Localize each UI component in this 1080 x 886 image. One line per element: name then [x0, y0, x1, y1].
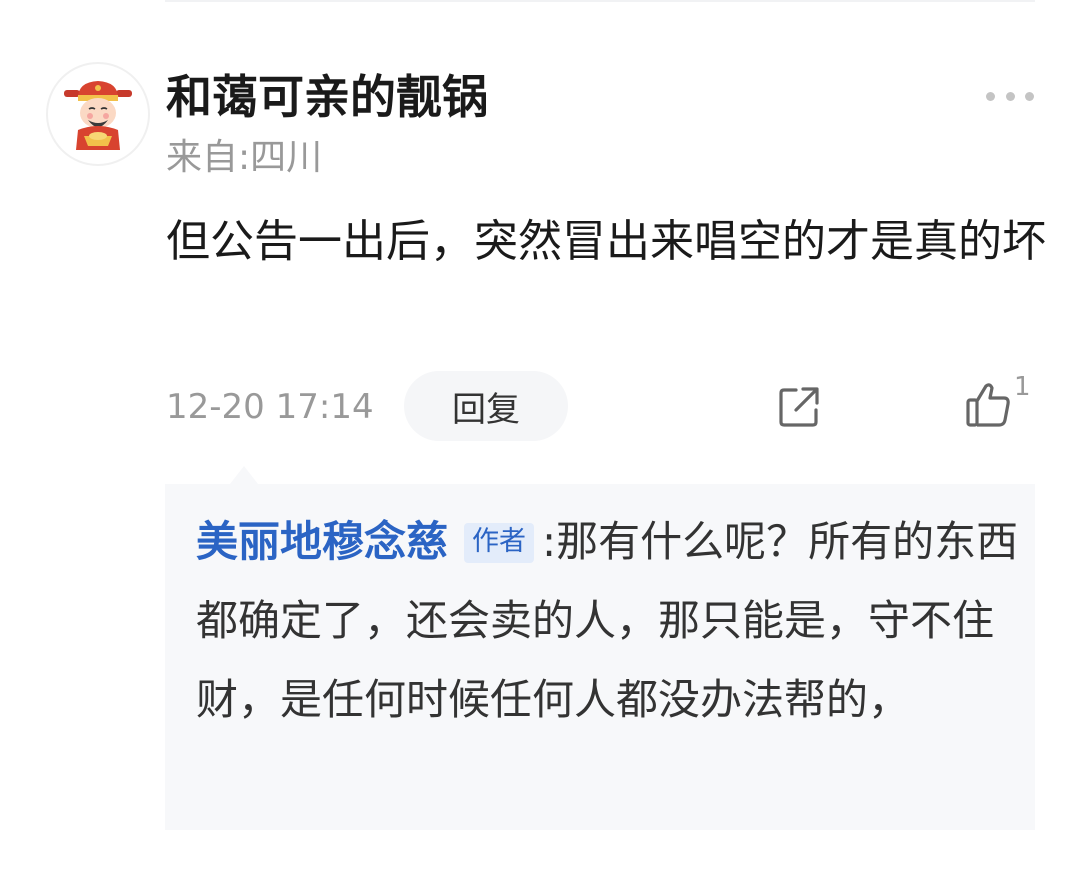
- reply-button[interactable]: 回复: [404, 371, 568, 441]
- reply-author[interactable]: 美丽地穆念慈: [196, 517, 448, 566]
- more-dots-icon[interactable]: [986, 86, 1034, 106]
- god-of-wealth-icon: [64, 81, 132, 150]
- like-count: 1: [1014, 372, 1031, 402]
- share-icon[interactable]: [776, 384, 822, 430]
- username[interactable]: 和蔼可亲的靓锅: [166, 68, 488, 126]
- comment-timestamp: 12-20 17:14: [166, 387, 374, 427]
- top-divider: [165, 0, 1035, 2]
- author-badge: 作者: [464, 523, 535, 563]
- comment-page: 和蔼可亲的靓锅 来自:四川 但公告一出后，突然冒出来唱空的才是真的坏 12-20…: [0, 0, 1080, 886]
- comment-text: 但公告一出后，突然冒出来唱空的才是真的坏: [166, 216, 1046, 267]
- avatar[interactable]: [46, 62, 150, 166]
- reply-content: 美丽地穆念慈 作者:那有什么呢？所有的东西都确定了，还会卖的人，那只能是，守不住财…: [196, 502, 1026, 739]
- location-label: 来自:四川: [166, 137, 323, 178]
- thumbs-up-icon[interactable]: [964, 380, 1014, 430]
- reply-caret: [230, 466, 258, 484]
